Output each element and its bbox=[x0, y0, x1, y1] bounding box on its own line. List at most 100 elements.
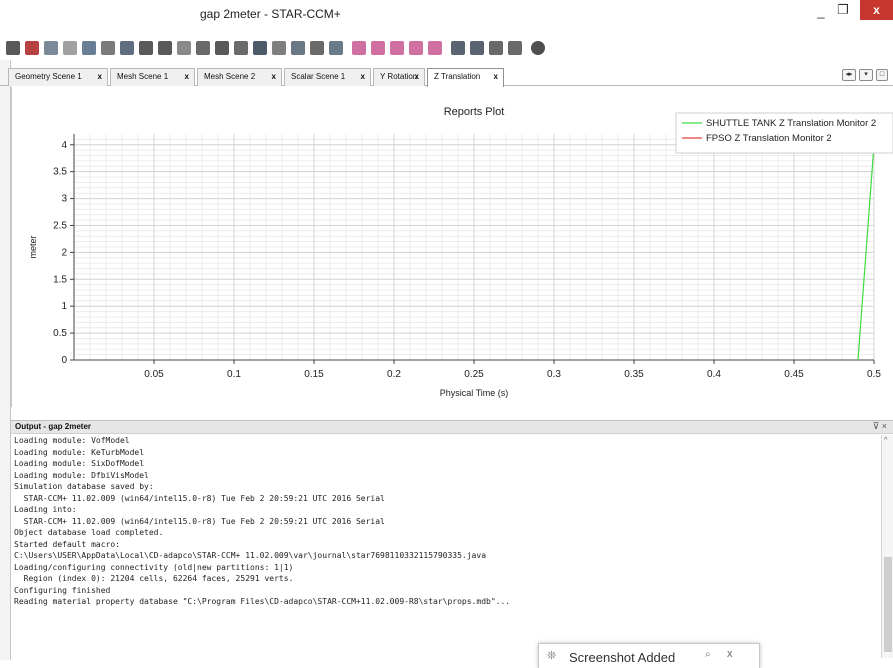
tab-label: Y Rotation bbox=[380, 72, 418, 81]
y-tick-label: 2.5 bbox=[53, 220, 67, 231]
console-line: Configuring finished bbox=[14, 585, 111, 595]
tab-geometry-scene-1[interactable]: Geometry Scene 1 x bbox=[8, 68, 108, 86]
x-tick-label: 0.45 bbox=[784, 369, 804, 380]
minimize-button[interactable]: _ bbox=[813, 4, 829, 22]
y-tick-label: 3 bbox=[61, 194, 67, 205]
arrow-right-icon[interactable] bbox=[158, 41, 172, 55]
tab-label: Geometry Scene 1 bbox=[15, 72, 82, 81]
tab-label: Mesh Scene 1 bbox=[117, 72, 169, 81]
console-line: Loading module: VofModel bbox=[14, 436, 130, 445]
x-tick-label: 0.05 bbox=[144, 369, 164, 380]
tab-z-translation[interactable]: Z Translation x bbox=[427, 68, 504, 87]
close-icon[interactable]: x bbox=[727, 648, 733, 660]
close-button[interactable]: x bbox=[860, 0, 893, 20]
x-tick-label: 0.25 bbox=[464, 369, 484, 380]
shape-icon[interactable] bbox=[101, 41, 115, 55]
left-panel-edge bbox=[0, 60, 11, 660]
cube-icon[interactable] bbox=[253, 41, 267, 55]
panel-pin-icon[interactable]: ⊽ × bbox=[873, 421, 887, 432]
output-panel-header: Output - gap 2meter ⊽ × bbox=[11, 420, 893, 434]
table-icon[interactable] bbox=[234, 41, 248, 55]
stop-run-icon[interactable] bbox=[371, 41, 385, 55]
gear-icon[interactable] bbox=[531, 41, 545, 55]
tab-label: Mesh Scene 2 bbox=[204, 72, 256, 81]
x-tick-label: 0.3 bbox=[547, 369, 561, 380]
camera-icon[interactable] bbox=[120, 41, 134, 55]
chart-title: Reports Plot bbox=[444, 106, 505, 118]
tab-scalar-scene-1[interactable]: Scalar Scene 1 x bbox=[284, 68, 371, 86]
scene-tab-bar: Geometry Scene 1 x Mesh Scene 1 x Mesh S… bbox=[0, 66, 893, 87]
select-icon[interactable] bbox=[329, 41, 343, 55]
tab-restore-icon[interactable]: □ bbox=[876, 69, 888, 81]
scalar-icon[interactable] bbox=[272, 41, 286, 55]
console-line: STAR-CCM+ 11.02.009 (win64/intel15.0-r8)… bbox=[14, 516, 385, 526]
tab-mesh-scene-2[interactable]: Mesh Scene 2 x bbox=[197, 68, 282, 86]
y-tick-label: 1.5 bbox=[53, 274, 67, 285]
bar-icon[interactable] bbox=[215, 41, 229, 55]
console-line: Loading module: SixDofModel bbox=[14, 459, 145, 468]
x-tick-label: 0.15 bbox=[304, 369, 324, 380]
tab-close-icon[interactable]: x bbox=[272, 69, 276, 85]
chart-icon[interactable] bbox=[451, 41, 465, 55]
x-tick-label: 0.35 bbox=[624, 369, 644, 380]
console-scrollbar[interactable]: ^ bbox=[881, 435, 893, 658]
console-line: Loading module: DfbiVisModel bbox=[14, 470, 149, 480]
tab-close-icon[interactable]: x bbox=[98, 69, 102, 85]
y-tick-label: 3.5 bbox=[53, 167, 67, 178]
y-tick-label: 2 bbox=[61, 247, 67, 258]
object-icon[interactable] bbox=[177, 41, 191, 55]
tab-scroll-left-icon[interactable]: ◂▸ bbox=[842, 69, 856, 81]
y-tick-label: 0 bbox=[61, 355, 67, 366]
view-icon[interactable] bbox=[291, 41, 305, 55]
cut-icon[interactable] bbox=[310, 41, 324, 55]
step-back-icon[interactable] bbox=[390, 41, 404, 55]
tab-close-icon[interactable]: x bbox=[185, 69, 189, 85]
y-tick-label: 0.5 bbox=[53, 328, 67, 339]
plot-icon[interactable] bbox=[489, 41, 503, 55]
search-icon[interactable]: ⌕ bbox=[705, 649, 711, 660]
grid-icon[interactable] bbox=[63, 41, 77, 55]
console-line: Region (index 0): 21204 cells, 62264 fac… bbox=[14, 574, 294, 583]
console-line: Loading/configuring connectivity (old|ne… bbox=[14, 562, 294, 572]
monitor-icon[interactable] bbox=[470, 41, 484, 55]
tab-close-icon[interactable]: x bbox=[361, 69, 365, 85]
console-line: Loading module: KeTurbModel bbox=[14, 447, 145, 457]
x-tick-label: 0.2 bbox=[387, 369, 401, 380]
scroll-up-icon[interactable]: ^ bbox=[884, 437, 887, 444]
reports-plot[interactable]: 0.05 0.1 0.15 0.2 0.25 0.3 0.35 0.4 0.45 0.5 0 0.5 1… bbox=[12, 87, 893, 407]
screen-icon[interactable] bbox=[44, 41, 58, 55]
mesh-icon[interactable] bbox=[82, 41, 96, 55]
window-titlebar: gap 2meter - STAR-CCM+ _ ❐ x bbox=[0, 0, 893, 30]
output-console[interactable]: Loading module: VofModel Loading module: … bbox=[11, 435, 881, 658]
console-line: Loading into: bbox=[14, 505, 77, 514]
y-tick-label: 4 bbox=[61, 140, 67, 151]
tab-y-rotation[interactable]: Y Rotation x bbox=[373, 68, 425, 86]
maximize-button[interactable]: ❐ bbox=[835, 2, 851, 20]
tab-mesh-scene-1[interactable]: Mesh Scene 1 x bbox=[110, 68, 195, 86]
window-title: gap 2meter - STAR-CCM+ bbox=[200, 7, 341, 21]
screenshot-notification[interactable]: ❊ Screenshot Added ⌕ x bbox=[538, 643, 760, 668]
stop-icon[interactable] bbox=[25, 41, 39, 55]
x-axis-label: Physical Time (s) bbox=[440, 388, 509, 398]
tab-list-dropdown-icon[interactable]: ▾ bbox=[859, 69, 873, 81]
play-icon[interactable] bbox=[352, 41, 366, 55]
x-tick-label: 0.4 bbox=[707, 369, 721, 380]
tab-close-icon[interactable]: x bbox=[494, 69, 498, 85]
reports-plot-panel: 0.05 0.1 0.15 0.2 0.25 0.3 0.35 0.4 0.45 0.5 0 0.5 1… bbox=[11, 87, 893, 407]
tab-close-icon[interactable]: x bbox=[415, 69, 419, 85]
step-forward-icon[interactable] bbox=[409, 41, 423, 55]
console-line: Simulation database saved by: bbox=[14, 482, 154, 491]
record-icon[interactable] bbox=[428, 41, 442, 55]
arrow-left-icon[interactable] bbox=[139, 41, 153, 55]
console-line: C:\Users\USER\AppData\Local\CD-adapco\ST… bbox=[14, 551, 487, 560]
output-panel-title: Output - gap 2meter bbox=[15, 422, 92, 431]
y-axis-label: meter bbox=[28, 235, 38, 258]
legend-entry: SHUTTLE TANK Z Translation Monitor 2 bbox=[706, 118, 876, 129]
scrollbar-thumb[interactable] bbox=[884, 557, 892, 652]
node-icon[interactable] bbox=[196, 41, 210, 55]
console-line: Started default macro: bbox=[14, 539, 120, 549]
options-icon[interactable] bbox=[508, 41, 522, 55]
legend-entry: FPSO Z Translation Monitor 2 bbox=[706, 133, 832, 144]
running-man-icon[interactable] bbox=[6, 41, 20, 55]
y-tick-label: 1 bbox=[61, 301, 67, 312]
